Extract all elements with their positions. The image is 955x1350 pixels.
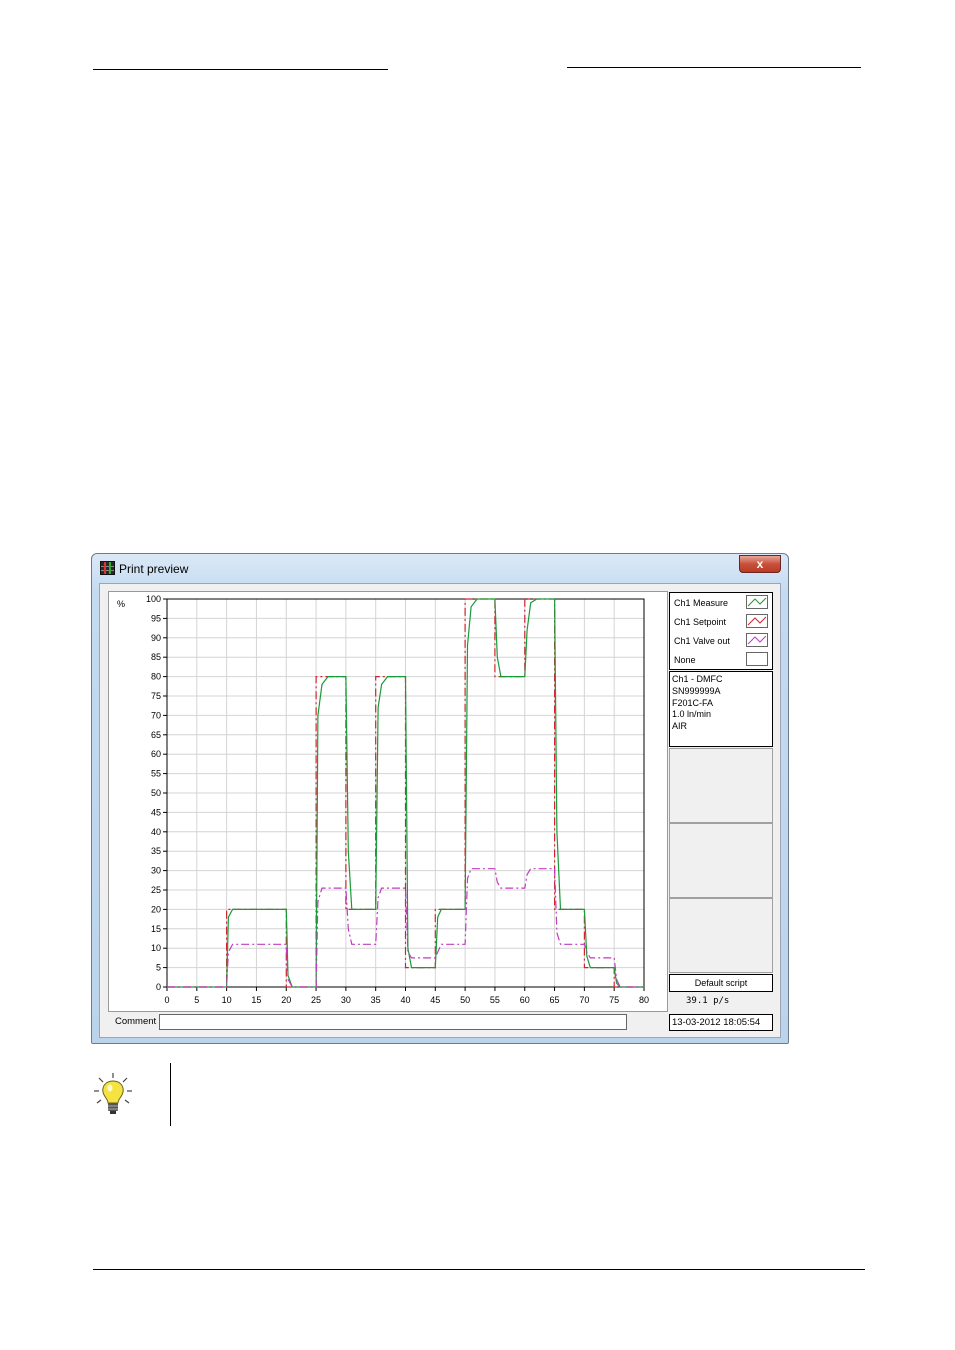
legend-item-none[interactable]: None — [674, 651, 770, 669]
y-tick-label: 40 — [151, 827, 161, 837]
x-tick-label: 35 — [371, 995, 381, 1005]
window-title: Print preview — [119, 562, 189, 576]
header-rule-left — [93, 69, 388, 70]
legend: Ch1 Measure Ch1 Setpoint Ch1 Valve out N… — [669, 592, 773, 670]
legend-swatch-setpoint — [746, 614, 768, 628]
info-box-empty-1 — [669, 748, 773, 823]
y-tick-label: 35 — [151, 846, 161, 856]
x-tick-label: 45 — [430, 995, 440, 1005]
y-tick-label: 50 — [151, 788, 161, 798]
y-tick-label: 45 — [151, 807, 161, 817]
y-tick-label: 30 — [151, 866, 161, 876]
title-bar[interactable]: Print preview x — [92, 554, 788, 582]
x-tick-label: 20 — [281, 995, 291, 1005]
x-tick-label: 65 — [550, 995, 560, 1005]
legend-item-measure[interactable]: Ch1 Measure — [674, 594, 770, 612]
client-area: 0 5 10 15 20 25 30 35 40 45 50 55 60 65 70 75 80 0 5 10 15 20… — [99, 583, 781, 1038]
print-preview-window: Print preview x 0 5 10 15 20 25 30 35 40 45 50 55 60… — [91, 553, 789, 1044]
info-line: AIR — [672, 721, 688, 732]
y-tick-label: 80 — [151, 672, 161, 682]
info-line: 1.0 ln/min — [672, 709, 712, 720]
legend-label: Ch1 Valve out — [674, 636, 730, 646]
info-line: Ch1 - DMFC — [672, 674, 723, 684]
y-tick-label: 90 — [151, 633, 161, 643]
info-box-empty-2 — [669, 823, 773, 898]
device-info: Ch1 - DMFC SN999999A F201C-FA 1.0 ln/min… — [669, 671, 773, 747]
legend-label: None — [674, 655, 696, 665]
y-tick-label: 15 — [151, 924, 161, 934]
legend-swatch-valve-out — [746, 633, 768, 647]
x-tick-label: 30 — [341, 995, 351, 1005]
x-tick-label: 40 — [400, 995, 410, 1005]
note-divider — [170, 1063, 171, 1126]
close-button[interactable]: x — [739, 555, 781, 573]
x-tick-label: 10 — [222, 995, 232, 1005]
datetime-display: 13-03-2012 18:05:54 — [669, 1014, 773, 1031]
legend-item-valve-out[interactable]: Ch1 Valve out — [674, 632, 770, 650]
comment-input[interactable] — [159, 1014, 627, 1030]
y-tick-label: 5 — [156, 963, 161, 973]
y-tick-label: 65 — [151, 730, 161, 740]
x-tick-label: 0 — [164, 995, 169, 1005]
x-tick-label: 80 — [639, 995, 649, 1005]
legend-label: Ch1 Setpoint — [674, 617, 727, 627]
y-axis-label: % — [117, 599, 125, 609]
x-tick-label: 50 — [460, 995, 470, 1005]
lightbulb-icon — [94, 1073, 132, 1114]
y-tick-label: 85 — [151, 652, 161, 662]
y-tick-label: 0 — [156, 982, 161, 992]
y-tick-label: 95 — [151, 613, 161, 623]
y-tick-label: 75 — [151, 691, 161, 701]
y-tick-label: 70 — [151, 710, 161, 720]
x-tick-label: 5 — [194, 995, 199, 1005]
x-tick-label: 55 — [490, 995, 500, 1005]
y-tick-label: 100 — [146, 594, 161, 604]
info-line: SN999999A — [672, 685, 721, 696]
y-tick-label: 60 — [151, 749, 161, 759]
chart-app-icon — [100, 561, 115, 575]
chart: 0 5 10 15 20 25 30 35 40 45 50 55 60 65 70 75 80 0 5 10 15 20… — [117, 594, 680, 1021]
legend-swatch-none — [746, 652, 768, 666]
plot-panel: 0 5 10 15 20 25 30 35 40 45 50 55 60 65 70 75 80 0 5 10 15 20… — [108, 591, 680, 1021]
y-tick-label: 20 — [151, 904, 161, 914]
legend-item-setpoint[interactable]: Ch1 Setpoint — [674, 613, 770, 631]
x-tick-label: 25 — [311, 995, 321, 1005]
y-tick-label: 10 — [151, 943, 161, 953]
x-tick-label: 75 — [609, 995, 619, 1005]
footer-rule — [93, 1269, 865, 1270]
legend-swatch-measure — [746, 595, 768, 609]
info-line: F201C-FA — [672, 697, 714, 708]
x-tick-label: 60 — [520, 995, 530, 1005]
y-tick-label: 55 — [151, 769, 161, 779]
header-rule-right — [567, 67, 861, 68]
sample-rate: 39.1 p/s — [686, 996, 730, 1006]
y-tick-label: 25 — [151, 885, 161, 895]
comment-label: Comment — [115, 1016, 157, 1027]
info-box-empty-3 — [669, 898, 773, 973]
x-tick-label: 15 — [251, 995, 261, 1005]
legend-label: Ch1 Measure — [674, 598, 729, 608]
x-tick-label: 70 — [579, 995, 589, 1005]
default-script-button[interactable]: Default script — [669, 974, 773, 992]
